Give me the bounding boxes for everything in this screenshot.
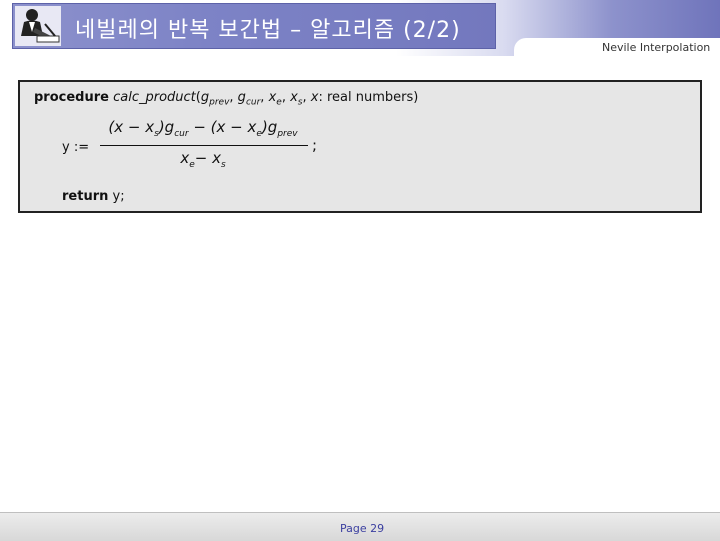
numerator-part: )g — [158, 118, 175, 136]
return-keyword: return — [62, 189, 109, 204]
title-box: 네빌레의 반복 보간법 – 알고리즘 (2/2) — [12, 3, 496, 49]
param-sep: , — [260, 90, 269, 105]
procedure-keyword: procedure — [34, 90, 109, 105]
formula-semicolon: ; — [312, 136, 318, 154]
params-type: : real numbers) — [318, 90, 419, 105]
param-g-cur: g — [237, 90, 246, 105]
param-g-cur-sub: cur — [245, 97, 261, 108]
fraction-bar — [100, 145, 308, 146]
procedure-signature: procedure calc_product(gprev, gcur, xe, … — [34, 90, 418, 108]
footer-bar: Page 29 — [0, 512, 720, 541]
procedure-name: calc_product — [113, 90, 196, 105]
numerator-part: )g — [261, 118, 278, 136]
return-value: y; — [108, 189, 125, 204]
header-label: Nevile Interpolation — [602, 41, 711, 54]
page-number: Page 29 — [340, 522, 385, 535]
numerator-part: − (x − x — [188, 118, 257, 136]
numerator-part: (x − x — [108, 118, 155, 136]
param-sep: , — [302, 90, 311, 105]
algorithm-panel: procedure calc_product(gprev, gcur, xe, … — [18, 80, 702, 213]
denominator-part: − x — [194, 149, 221, 167]
numerator-sub: cur — [174, 129, 189, 139]
param-g-prev-sub: prev — [209, 97, 230, 108]
param-sep: , — [281, 90, 291, 105]
formula-numerator: (x − xs)gcur − (x − xe)gprev — [100, 118, 306, 139]
param-sep: , — [229, 90, 238, 105]
denominator-part: x — [180, 149, 190, 167]
return-statement: return y; — [62, 189, 125, 204]
param-x-s: x — [290, 90, 298, 105]
assignment-label: y := — [62, 140, 90, 155]
param-g-prev: g — [200, 90, 210, 105]
person-at-desk-icon — [15, 6, 61, 46]
formula: (x − xs)gcur − (x − xe)gprev xe− xs ; — [100, 118, 330, 174]
formula-denominator: xe− xs — [100, 149, 306, 170]
numerator-sub: prev — [277, 129, 298, 139]
page-title: 네빌레의 반복 보간법 – 알고리즘 (2/2) — [75, 18, 461, 43]
denominator-sub: s — [220, 160, 226, 170]
